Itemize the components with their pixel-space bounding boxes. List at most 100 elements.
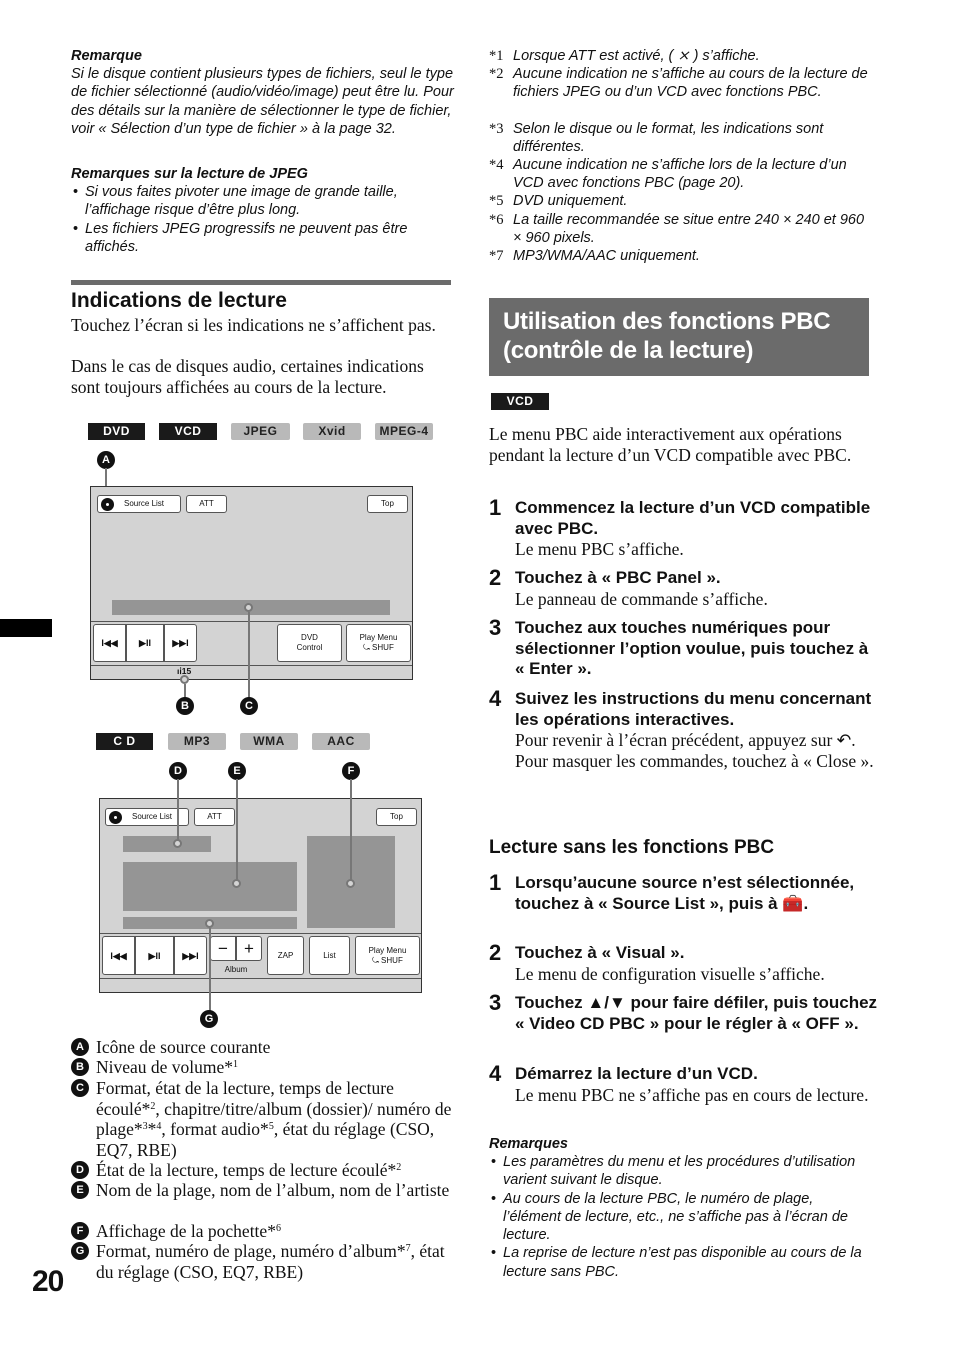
album-plus-button[interactable]: + — [236, 936, 262, 961]
legend-item-c: C Format, état de la lecture, temps de le… — [71, 1078, 456, 1160]
step-desc: Le menu PBC s’affiche. — [515, 539, 684, 559]
section-para-2: Dans le cas de disques audio, certaines … — [71, 356, 424, 397]
zap-button[interactable]: ZAP — [267, 936, 304, 975]
section-tab-marker — [0, 619, 52, 637]
remarque-text: Si le disque contient plusieurs types de… — [71, 66, 454, 137]
step-desc: Le menu PBC ne s’affiche pas en cours de… — [515, 1084, 869, 1105]
callout-f: F — [342, 762, 360, 780]
footnote: *1 Lorsque ATT est activé, ( ⨯ ) s’affich… — [489, 47, 874, 65]
callout-a: A — [97, 451, 115, 469]
callout-e-leader — [236, 779, 238, 880]
footnote-num: *4 — [489, 157, 504, 173]
callout-c-leader — [248, 612, 250, 698]
legend-item-f: F Affichage de la pochette*6 — [71, 1221, 456, 1242]
callout-c-anchor — [244, 603, 253, 612]
list-button[interactable]: List — [309, 936, 350, 975]
play-pause-button[interactable]: ▶II — [126, 624, 164, 662]
legend-item-d: D État de la lecture, temps de lecture éc… — [71, 1160, 456, 1181]
legend-key-a: A — [71, 1038, 89, 1056]
nopbc-step-1: 1 Lorsqu’aucune source n’est sélectionné… — [489, 870, 879, 914]
callout-f-leader — [350, 779, 352, 880]
dvd-playback-screen: Source List ATT Top I◀◀ ▶II ▶▶I DVD Cont… — [90, 486, 413, 680]
remarque-note: Remarque Si le disque contient plusieurs… — [71, 47, 456, 138]
subsection-title: Lecture sans les fonctions PBC — [489, 837, 775, 858]
remarques-note: Remarques Les paramètres du menu et les … — [489, 1135, 874, 1281]
status-divider — [91, 665, 412, 666]
banner-line-1: Utilisation des fonctions PBC — [503, 308, 831, 335]
control-divider — [91, 621, 412, 622]
format-tag-aac: AAC — [312, 733, 370, 750]
format-tag-wma: WMA — [240, 733, 298, 750]
legend-text-d: État de la lecture, temps de lecture éco… — [96, 1160, 402, 1180]
disc-source-icon — [109, 810, 122, 824]
footnote: *2 Aucune indication ne s’affiche au cour… — [489, 65, 874, 102]
dvd-control-button[interactable]: DVD Control — [277, 624, 342, 662]
callout-d: D — [169, 762, 187, 780]
footnote-num: *3 — [489, 121, 504, 137]
previous-track-button[interactable]: I◀◀ — [102, 936, 135, 975]
play-menu-button[interactable]: Play Menu ⤿ SHUF — [346, 624, 411, 662]
top-button[interactable]: Top — [367, 495, 408, 513]
nopbc-step-3: 3 Touchez ▲/▼ pour faire défiler, puis t… — [489, 990, 879, 1034]
page-number: 20 — [32, 1265, 64, 1298]
banner-line-2: (contrôle de la lecture) — [503, 337, 754, 364]
legend-key-c: C — [71, 1079, 89, 1097]
callout-b-anchor — [180, 675, 189, 684]
footnote: *4 Aucune indication ne s’affiche lors de… — [489, 156, 874, 193]
footnote-text: DVD uniquement. — [513, 193, 628, 209]
step-number: 4 — [489, 686, 502, 711]
source-list-label: Source List — [124, 499, 165, 508]
format-tag-jpeg: JPEG — [231, 423, 290, 440]
pbc-intro: Le menu PBC aide interactivement aux opé… — [489, 424, 852, 465]
footnote-num: *2 — [489, 66, 504, 82]
legend-item-g: G Format, numéro de plage, numéro d’album… — [71, 1241, 456, 1282]
step-desc-2: Pour masquer les commandes, touchez à « … — [515, 750, 874, 771]
legend-key-b: B — [71, 1058, 89, 1076]
next-track-button[interactable]: ▶▶I — [164, 624, 197, 662]
remarques-item: Au cours de la lecture PBC, le numéro de… — [489, 1190, 874, 1245]
legend-item-e: E Nom de la plage, nom de l’album, nom de… — [71, 1180, 456, 1201]
shuf-text: SHUF — [381, 955, 403, 965]
format-tag-cd: C D — [96, 733, 153, 750]
legend-text-b: Niveau de volume*1 — [96, 1057, 239, 1077]
callout-b-leader — [184, 684, 186, 698]
footnote-text: Aucune indication ne s’affiche au cours … — [513, 66, 868, 101]
next-track-button[interactable]: ▶▶I — [174, 936, 207, 975]
control-divider — [100, 933, 421, 934]
footnote-text: MP3/WMA/AAC uniquement. — [513, 248, 700, 264]
callout-g-anchor — [205, 919, 214, 928]
format-tag-xvid: Xvid — [303, 423, 361, 440]
callout-f-anchor — [346, 879, 355, 888]
play-pause-button[interactable]: ▶II — [135, 936, 174, 975]
legend-text-a: Icône de source courante — [96, 1037, 271, 1057]
step-title: Suivez les instructions du menu concerna… — [515, 689, 872, 729]
att-button[interactable]: ATT — [186, 495, 227, 513]
section-title: Indications de lecture — [71, 289, 287, 312]
step-title: Touchez à « Visual ». — [515, 943, 685, 962]
step-number: 4 — [489, 1061, 502, 1086]
pbc-step-3: 3 Touchez aux touches numériques pour sé… — [489, 615, 879, 680]
format-tag-vcd: VCD — [159, 423, 217, 440]
footnote-text: La taille recommandée se situe entre 240… — [513, 212, 865, 247]
source-list-label: Source List — [132, 812, 173, 821]
att-button[interactable]: ATT — [194, 808, 235, 826]
cd-playback-screen: Source List ATT Top I◀◀ ▶II ▶▶I − + Albu… — [99, 798, 422, 993]
shuffle-arrow-icon: ⤿ — [363, 643, 373, 652]
callout-b: B — [176, 697, 194, 715]
step-title: Touchez ▲/▼ pour faire défiler, puis tou… — [515, 993, 878, 1033]
step-number: 3 — [489, 615, 502, 640]
footnote: *5 DVD uniquement. — [489, 192, 874, 210]
footnote-text: Selon le disque ou le format, les indica… — [513, 121, 824, 156]
top-button[interactable]: Top — [376, 808, 417, 826]
legend-text-f: Affichage de la pochette*6 — [96, 1221, 281, 1241]
album-minus-button[interactable]: − — [210, 936, 236, 961]
previous-track-button[interactable]: I◀◀ — [93, 624, 126, 662]
disc-source-icon — [101, 497, 114, 511]
dvd-control-label-1: DVD — [301, 633, 318, 642]
step-title: Commencez la lecture d’un VCD compatible… — [515, 498, 871, 538]
source-list-button[interactable]: Source List — [97, 495, 181, 513]
play-menu-button[interactable]: Play Menu ⤿ SHUF — [355, 936, 420, 975]
remarques-item: La reprise de lecture n’est pas disponib… — [489, 1244, 874, 1281]
jpeg-note-item: Les fichiers JPEG progressifs ne peuvent… — [71, 220, 456, 257]
shuf-label: ⤿ SHUF — [363, 643, 394, 653]
